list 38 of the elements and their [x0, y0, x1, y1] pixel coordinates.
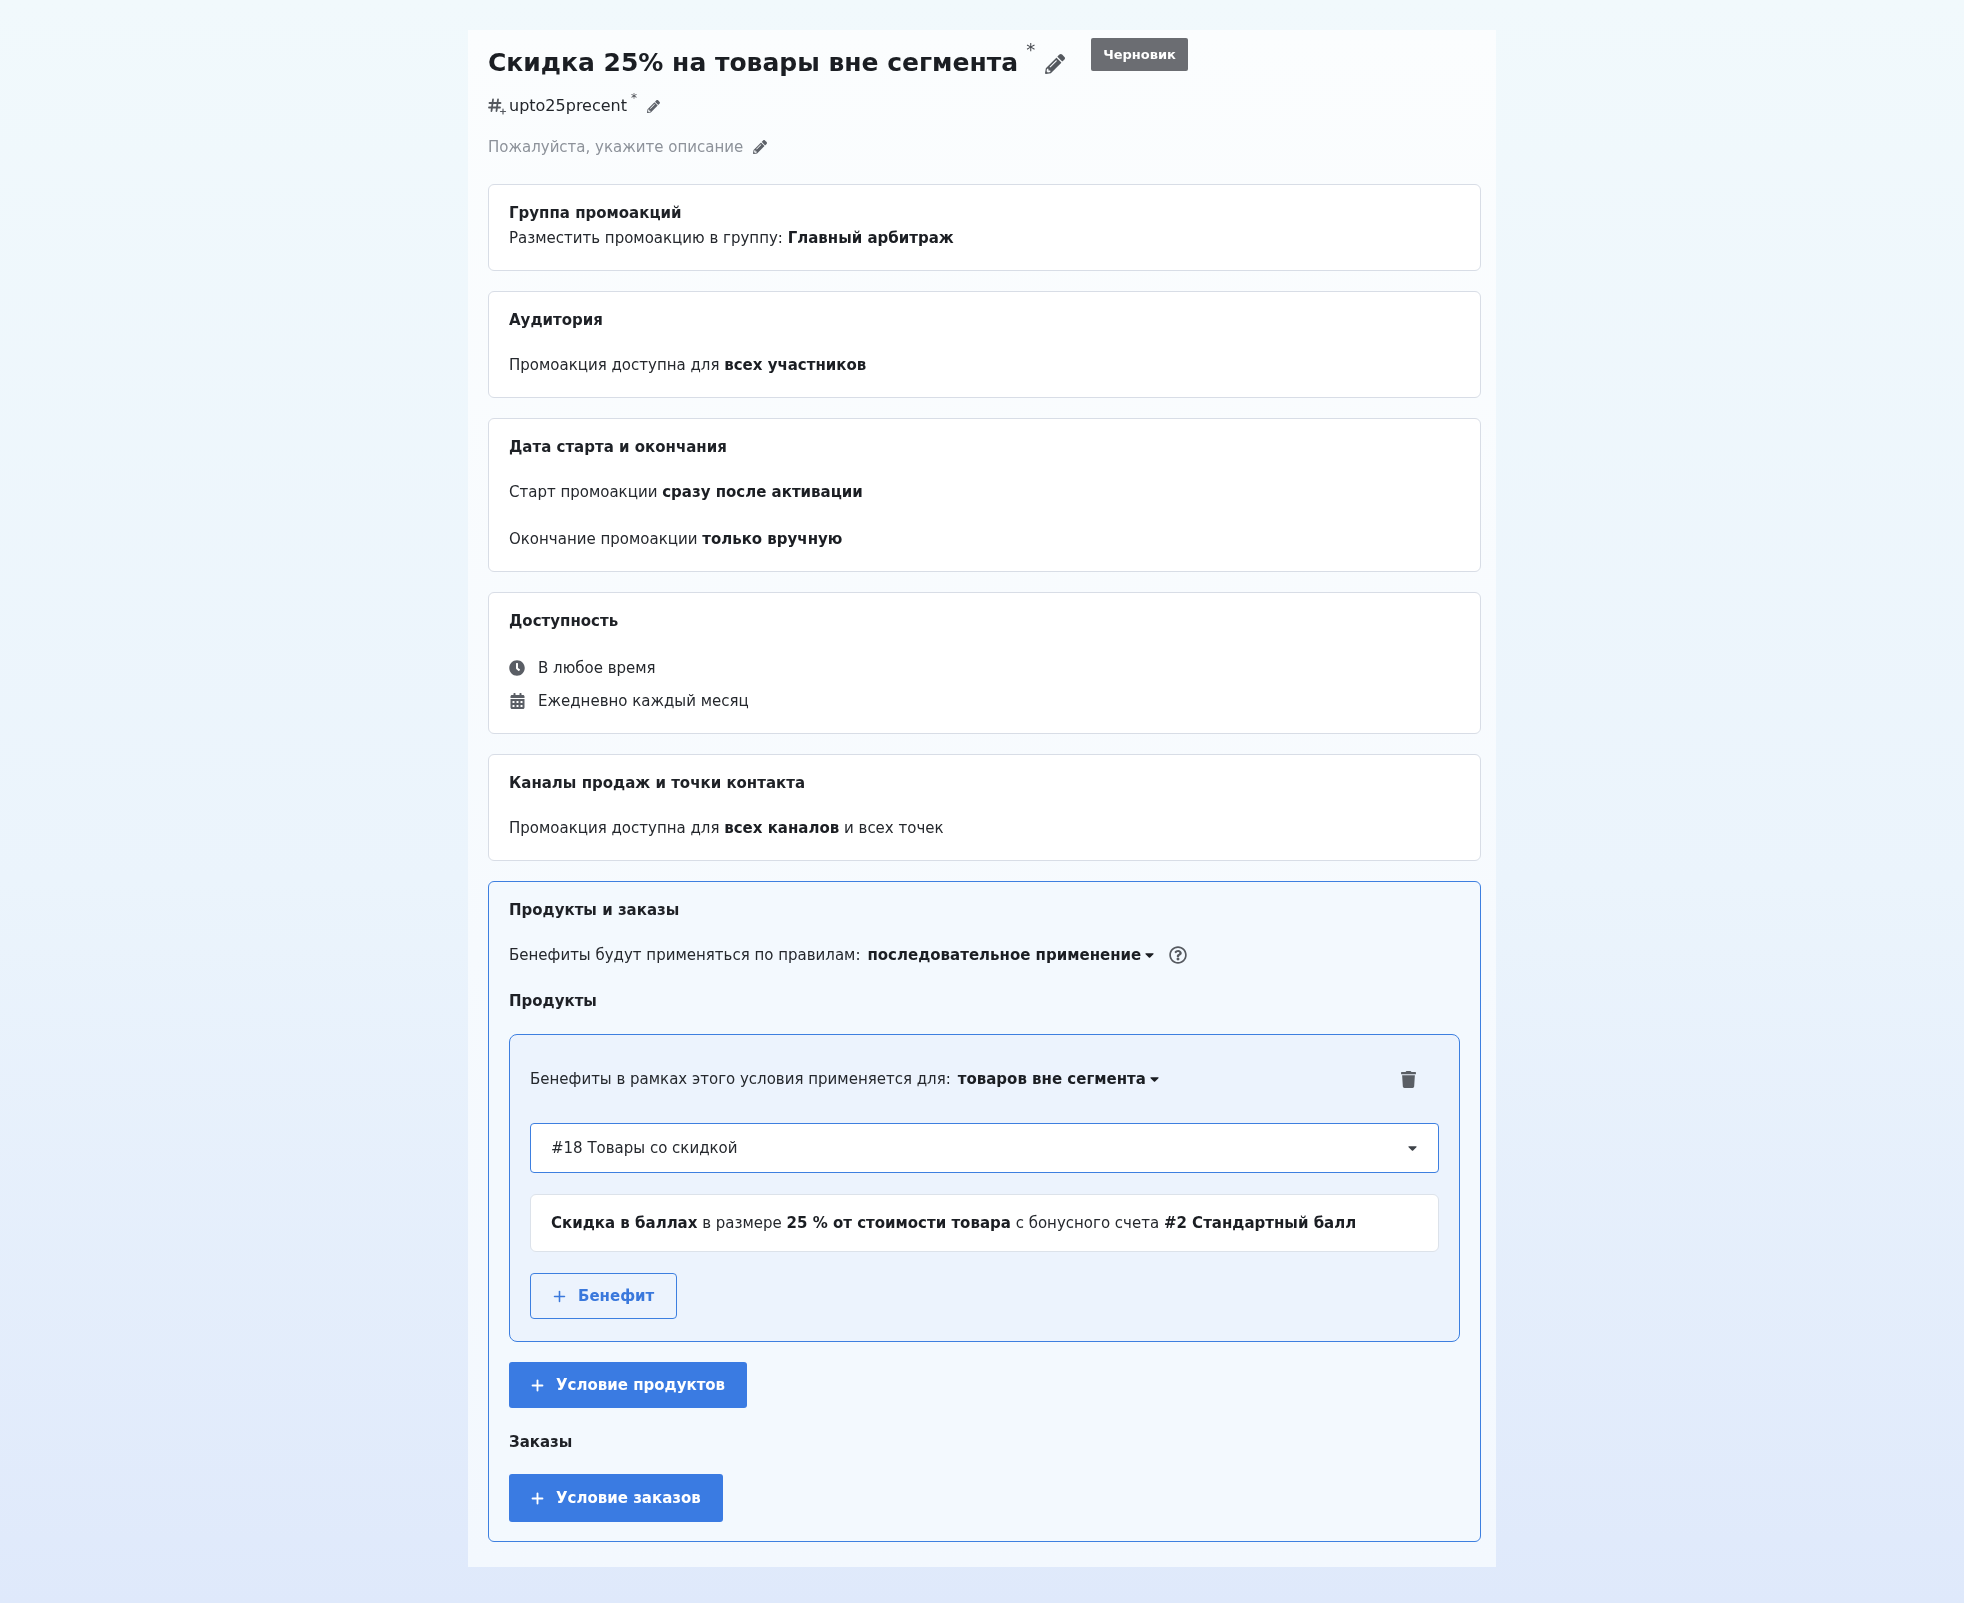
pencil-icon[interactable] [753, 140, 768, 154]
scope-label: Бенефиты в рамках этого условия применяется для: [530, 1069, 951, 1090]
section-title: Дата старта и окончания [509, 437, 728, 458]
section-text: Разместить промоакцию в группу: Главный арбитраж [509, 228, 955, 249]
pencil-icon[interactable] [1045, 54, 1066, 74]
section-text: Окончание промоакции только вручную [509, 529, 844, 550]
schedule-text: Ежедневно каждый месяц [538, 691, 749, 712]
section-title: Продукты и заказы [509, 900, 681, 921]
hash-icon [488, 97, 507, 115]
section-title: Аудитория [509, 310, 604, 331]
description-placeholder[interactable]: Пожалуйста, укажите описание [488, 136, 744, 158]
section-text: Старт промоакции сразу после активации [509, 482, 864, 503]
pencil-icon[interactable] [647, 99, 660, 113]
benefit-summary: Скидка в баллах в размере 25 % от стоимости товара с бонусного счета #2 Стандартный балл [530, 1194, 1439, 1252]
section-title: Каналы продаж и точки контакта [509, 773, 807, 794]
subsection-title: Заказы [509, 1432, 573, 1453]
required-mark: * [631, 92, 637, 104]
trash-icon[interactable] [1401, 1070, 1416, 1088]
calendar-icon [510, 693, 525, 709]
section-title: Группа промоакций [509, 203, 683, 224]
rule-dropdown[interactable]: последовательное применение [867, 944, 1156, 966]
segment-select[interactable]: #18 Товары со скидкой [530, 1123, 1439, 1173]
help-icon[interactable] [1169, 946, 1188, 964]
required-mark: * [1026, 41, 1036, 59]
promo-title: Скидка 25% на товары вне сегмента [488, 47, 1019, 79]
section-text: Промоакция доступна для всех участников [509, 355, 868, 376]
add-benefit-button[interactable]: Бенефит [530, 1273, 678, 1319]
add-order-condition-button[interactable]: Условие заказов [509, 1474, 723, 1522]
add-product-condition-button[interactable]: Условие продуктов [509, 1362, 748, 1408]
section-title: Доступность [509, 611, 620, 632]
clock-icon [509, 660, 525, 676]
section-text: Промоакция доступна для всех каналов и всех точек [509, 818, 945, 839]
promo-code: upto25precent [509, 95, 627, 117]
rule-label: Бенефиты будут применяться по правилам: [509, 945, 861, 966]
status-badge: Черновик [1091, 38, 1188, 71]
scope-dropdown[interactable]: товаров вне сегмента [957, 1068, 1160, 1090]
subsection-title: Продукты [509, 991, 598, 1012]
schedule-text: В любое время [538, 658, 656, 679]
